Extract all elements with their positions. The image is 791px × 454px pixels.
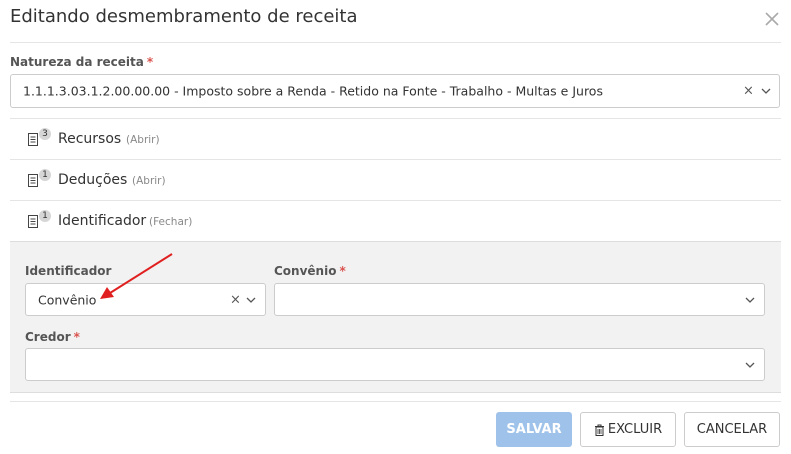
modal-title: Editando desmembramento de receita: [10, 6, 358, 27]
identificador-label: Identificador: [25, 264, 112, 278]
convenio-select[interactable]: [274, 283, 765, 316]
section-identificador: 1 Identificador (Fechar): [10, 201, 781, 241]
section-deducoes: 1 Deduções (Abrir): [10, 160, 781, 200]
identificador-panel: Identificador Convênio × Convênio * Credo…: [10, 241, 781, 393]
natureza-value: 1.1.1.3.03.1.2.00.00.00 - Imposto sobre …: [23, 83, 603, 99]
section-title: Recursos: [58, 131, 122, 147]
document-icon: [28, 174, 38, 187]
count-badge: 1: [39, 210, 51, 222]
chevron-down-icon[interactable]: [745, 297, 755, 303]
delete-button[interactable]: EXCLUIR: [580, 412, 676, 447]
required-mark: *: [339, 264, 346, 278]
save-button[interactable]: SALVAR: [496, 412, 572, 447]
natureza-select[interactable]: 1.1.1.3.03.1.2.00.00.00 - Imposto sobre …: [10, 74, 780, 108]
close-button[interactable]: [762, 9, 782, 29]
clear-icon[interactable]: ×: [230, 292, 241, 307]
chevron-down-icon[interactable]: [761, 88, 771, 94]
close-icon: [765, 12, 779, 26]
count-badge: 1: [39, 169, 51, 181]
footer-divider: [10, 401, 781, 402]
identificador-value: Convênio: [38, 292, 97, 307]
section-title: Identificador: [58, 213, 147, 229]
document-icon: [28, 133, 38, 146]
chevron-down-icon[interactable]: [745, 362, 755, 368]
natureza-label: Natureza da receita *: [10, 55, 154, 69]
required-mark: *: [146, 55, 154, 69]
identificador-select[interactable]: Convênio ×: [25, 283, 266, 316]
section-recursos: 3 Recursos (Abrir): [10, 119, 781, 159]
document-icon: [28, 215, 38, 228]
chevron-down-icon[interactable]: [246, 297, 256, 303]
convenio-label: Convênio *: [274, 264, 346, 278]
section-title: Deduções: [58, 172, 128, 188]
header-divider: [10, 42, 781, 43]
section-toggle[interactable]: (Abrir): [126, 134, 160, 146]
count-badge: 3: [39, 128, 51, 140]
credor-label: Credor *: [25, 330, 80, 344]
delete-label: EXCLUIR: [607, 422, 663, 437]
section-toggle[interactable]: (Abrir): [132, 175, 166, 187]
required-mark: *: [73, 330, 80, 344]
credor-select[interactable]: [25, 348, 765, 381]
clear-icon[interactable]: ×: [743, 84, 754, 99]
trash-icon: [594, 424, 604, 436]
cancel-button[interactable]: CANCELAR: [684, 412, 780, 447]
section-toggle[interactable]: (Fechar): [149, 216, 192, 228]
